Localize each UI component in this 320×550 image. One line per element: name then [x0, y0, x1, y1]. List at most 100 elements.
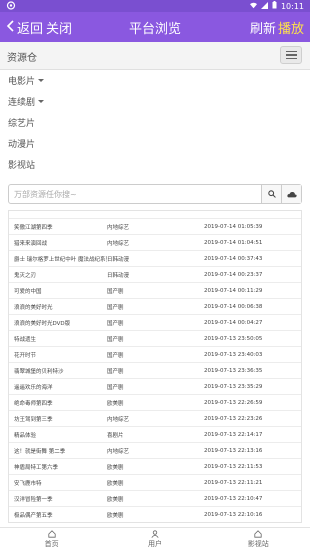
- resource-table: 笑傲江湖第四季 内地综艺 2019-07-14 01:05:39 猎来来演回战 内地综艺…: [8, 210, 302, 523]
- table-row[interactable]: 花开时节 国产剧 2019-07-13 23:40:03: [9, 347, 301, 363]
- time-cell: 2019-07-13 22:23:26: [204, 415, 263, 422]
- time-cell: 2019-07-14 00:23:37: [204, 271, 263, 278]
- hamburger-menu-button[interactable]: [280, 46, 302, 64]
- search-input[interactable]: [9, 185, 261, 203]
- play-button[interactable]: 播放: [278, 18, 304, 37]
- time-cell: 2019-07-13 22:26:59: [204, 399, 263, 406]
- home-icon: [48, 529, 56, 538]
- user-icon: [151, 529, 159, 538]
- table-row[interactable]: 浪浪的美好时光DVD版 国产剧 2019-07-14 00:04:27: [9, 315, 301, 331]
- title-cell: 花开时节: [14, 352, 37, 359]
- title-cell: 笑傲江湖第四季: [14, 224, 53, 231]
- category-cell: 内地综艺: [107, 448, 130, 455]
- title-cell: 坊王驾到第三季: [14, 416, 53, 423]
- category-cell: 内地综艺: [107, 240, 130, 247]
- category-cell: 国产剧: [107, 368, 124, 375]
- table-row[interactable]: 神盾局特工第六季 欧美剧 2019-07-13 22:11:53: [9, 459, 301, 475]
- nav-item-sites[interactable]: 影视站: [0, 154, 310, 175]
- table-row[interactable]: 爵士 瑞尔格罗上世纪中叶 魔法战纪系列 日韩动漫 2019-07-14 00:37:…: [9, 251, 301, 267]
- search-icon: [267, 190, 276, 198]
- caret-down-icon: [38, 100, 45, 103]
- table-row[interactable]: 鬼灭之刃 日韩动漫 2019-07-14 00:23:37: [9, 267, 301, 283]
- category-cell: 欧美剧: [107, 464, 124, 471]
- category-cell: 国产剧: [107, 288, 124, 295]
- nav-item-label: 影视站: [8, 161, 36, 171]
- nav-item-movies[interactable]: 电影片: [0, 70, 310, 91]
- nav-item-label: 综艺片: [8, 119, 36, 129]
- category-cell: 国产剧: [107, 320, 124, 327]
- category-cell: 国产剧: [107, 304, 124, 311]
- table-row[interactable]: 笑傲江湖第四季 内地综艺 2019-07-14 01:05:39: [9, 219, 301, 235]
- battery-icon: [272, 1, 277, 11]
- menu-line: [285, 54, 297, 56]
- title-cell: 猎来来演回战: [14, 240, 48, 247]
- category-nav: 电影片 连续剧 综艺片 动漫片 影视站: [0, 70, 310, 175]
- table-row[interactable]: 绝命毒师第四季 欧美剧 2019-07-13 22:26:59: [9, 395, 301, 411]
- tab-sites[interactable]: 影视站: [207, 528, 310, 550]
- nav-item-label: 连续剧: [8, 98, 36, 108]
- tab-user[interactable]: 用户: [103, 528, 206, 550]
- time-cell: 2019-07-13 22:11:53: [204, 463, 263, 470]
- table-row[interactable]: 精品体验 喜剧片 2019-07-13 22:14:17: [9, 427, 301, 443]
- table-row[interactable]: 特战遗生 国产剧 2019-07-13 23:50:05: [9, 331, 301, 347]
- site-header: 资源仓: [0, 42, 310, 70]
- title-cell: 神盾局特工第六季: [14, 464, 59, 471]
- time-cell: 2019-07-14 01:05:39: [204, 223, 263, 230]
- time-cell: 2019-07-14 01:04:51: [204, 239, 263, 246]
- table-row[interactable]: 这！就是街舞 第二季 内地综艺 2019-07-13 22:13:16: [9, 443, 301, 459]
- title-cell: 绝命毒师第四季: [14, 400, 53, 407]
- status-time: 10:11: [280, 1, 304, 11]
- category-cell: 内地综艺: [107, 416, 130, 423]
- notification-icon: [6, 1, 16, 12]
- title-cell: 浪浪的美好时光DVD版: [14, 320, 71, 327]
- title-cell: 遥遥欢乐的海洋: [14, 384, 53, 391]
- tab-home[interactable]: 首页: [0, 528, 103, 550]
- signal-icon: [260, 1, 268, 11]
- table-row[interactable]: 浪浪的美好时光 国产剧 2019-07-14 00:06:38: [9, 299, 301, 315]
- app-bar: 返回 关闭 平台浏览 刷新 播放: [0, 12, 310, 42]
- time-cell: 2019-07-13 22:10:16: [204, 511, 263, 518]
- title-cell: 浪浪的美好时光: [14, 304, 53, 311]
- nav-item-label: 电影片: [8, 77, 36, 87]
- table-row[interactable]: 安飞鹿市特 欧美剧 2019-07-13 22:11:21: [9, 475, 301, 491]
- wifi-icon: [249, 2, 257, 11]
- category-cell: 国产剧: [107, 384, 124, 391]
- time-cell: 2019-07-14 00:04:27: [204, 319, 263, 326]
- site-name: 资源仓: [7, 53, 37, 64]
- refresh-button[interactable]: 刷新: [250, 18, 276, 37]
- time-cell: 2019-07-13 22:11:21: [204, 479, 263, 486]
- table-row[interactable]: 猎来来演回战 内地综艺 2019-07-14 01:04:51: [9, 235, 301, 251]
- caret-down-icon: [38, 79, 45, 82]
- tab-label: 影视站: [247, 539, 269, 548]
- search-button[interactable]: [261, 185, 281, 203]
- title-cell: 这！就是街舞 第二季: [14, 448, 66, 455]
- time-cell: 2019-07-13 23:50:05: [204, 335, 263, 342]
- time-cell: 2019-07-14 00:37:43: [204, 255, 263, 262]
- category-cell: 欧美剧: [107, 400, 124, 407]
- title-cell: 极品偶产第五季: [14, 512, 53, 519]
- table-row[interactable]: 翡翠城堡的贝利特沙 国产剧 2019-07-13 23:36:35: [9, 363, 301, 379]
- time-cell: 2019-07-13 23:35:29: [204, 383, 263, 390]
- time-cell: 2019-07-13 23:40:03: [204, 351, 263, 358]
- category-cell: 欧美剧: [107, 496, 124, 503]
- table-row-partial: [9, 211, 301, 219]
- home-icon: [254, 529, 262, 538]
- category-cell: 喜剧片: [107, 432, 124, 439]
- table-row[interactable]: 遥遥欢乐的海洋 国产剧 2019-07-13 23:35:29: [9, 379, 301, 395]
- category-cell: 日韩动漫: [107, 256, 130, 263]
- bottom-nav: 首页 用户 影视站: [0, 527, 310, 550]
- time-cell: 2019-07-13 22:13:16: [204, 447, 263, 454]
- title-cell: 鬼灭之刃: [14, 272, 37, 279]
- nav-item-anime[interactable]: 动漫片: [0, 133, 310, 154]
- title-cell: 可爱的中国: [14, 288, 42, 295]
- nav-item-variety[interactable]: 综艺片: [0, 112, 310, 133]
- status-bar: 10:11: [0, 0, 310, 12]
- cloud-button[interactable]: [281, 185, 301, 203]
- table-row[interactable]: 汉洋冒险第一季 欧美剧 2019-07-13 22:10:47: [9, 491, 301, 507]
- table-row[interactable]: 极品偶产第五季 欧美剧 2019-07-13 22:10:16: [9, 507, 301, 522]
- menu-line: [285, 50, 297, 53]
- table-row[interactable]: 可爱的中国 国产剧 2019-07-14 00:11:29: [9, 283, 301, 299]
- nav-item-series[interactable]: 连续剧: [0, 91, 310, 112]
- category-cell: 欧美剧: [107, 512, 124, 519]
- table-row[interactable]: 坊王驾到第三季 内地综艺 2019-07-13 22:23:26: [9, 411, 301, 427]
